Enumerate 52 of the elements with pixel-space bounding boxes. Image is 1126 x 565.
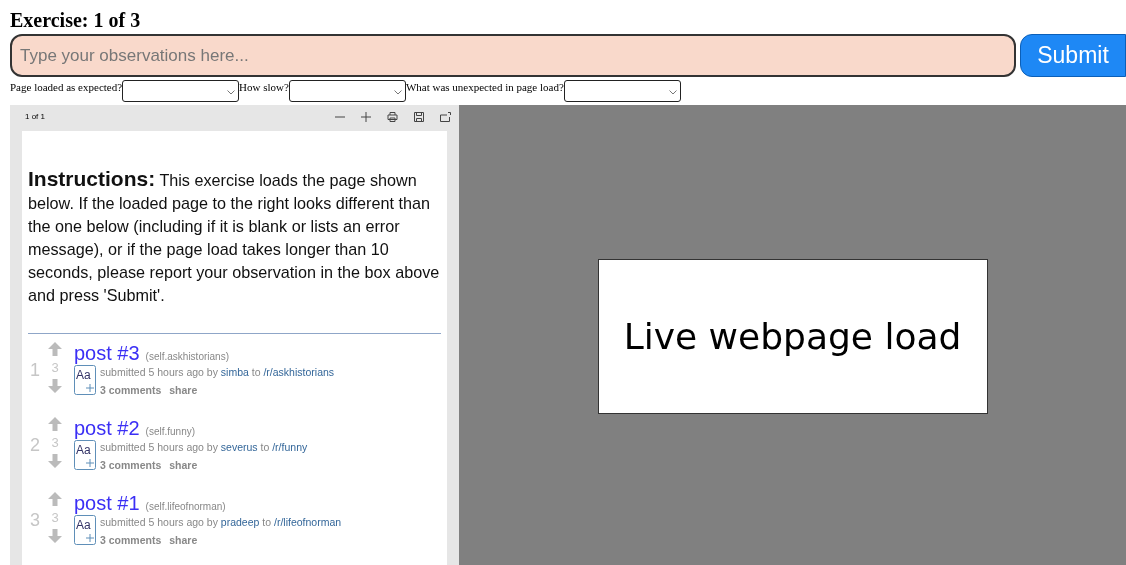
post-score: 3 [51, 510, 59, 525]
post-rank: 2 [29, 435, 41, 456]
subreddit-link[interactable]: /r/funny [272, 441, 308, 453]
instructions-text: Instructions: This exercise loads the page shown below. If the loaded page to the right looks different than the one below (including if it is blank or lists an error message), or if the page load takes longer than 10 seconds, please report your observation in the box above and press 'Submit'. [28, 167, 441, 306]
share-link[interactable]: share [169, 459, 198, 471]
submitted-text: submitted 5 hours ago by [100, 441, 218, 453]
share-link[interactable]: share [169, 384, 198, 396]
post-title-link[interactable]: post #1 [74, 492, 140, 514]
author-link[interactable]: pradeep [220, 516, 260, 528]
subreddit-link[interactable]: /r/askhistorians [263, 366, 335, 378]
submit-button[interactable]: Submit [1020, 34, 1126, 77]
subreddit-link[interactable]: /r/lifeofnorman [274, 516, 342, 528]
to-text: to [260, 441, 270, 453]
comments-link[interactable]: 3 comments [100, 534, 162, 546]
dropdown[interactable] [122, 80, 240, 102]
share-link[interactable]: share [169, 534, 198, 546]
comments-link[interactable]: 3 comments [100, 459, 162, 471]
post-domain: (self.lifeofnorman) [145, 501, 226, 512]
fit-page-icon[interactable] [440, 111, 451, 122]
post-domain: (self.funny) [145, 426, 196, 437]
dropdown[interactable] [563, 80, 681, 102]
question-label: How slow? [239, 80, 289, 94]
text-post-icon: Aa [74, 515, 96, 545]
text-post-icon: Aa [74, 440, 96, 470]
author-link[interactable]: simba [220, 366, 249, 378]
question-label: Page loaded as expected? [10, 80, 123, 94]
observation-input[interactable]: Type your observations here... [10, 34, 1016, 77]
post-title-link[interactable]: post #2 [74, 417, 140, 439]
submitted-text: submitted 5 hours ago by [100, 366, 218, 378]
page-count: 1 of 1 [25, 112, 45, 121]
question-label: What was unexpected in page load? [405, 80, 564, 94]
chevron-icon [227, 90, 236, 95]
exercise-heading: Exercise: 1 of 3 [9, 8, 142, 32]
live-load-label: Live webpage load [623, 315, 962, 357]
to-text: to [251, 366, 261, 378]
to-text: to [262, 516, 272, 528]
submitted-text: submitted 5 hours ago by [100, 516, 218, 528]
chevron-icon [668, 90, 677, 95]
zoom-in-icon[interactable] [361, 111, 371, 122]
dropdown[interactable] [288, 80, 406, 102]
text-post-icon: Aa [74, 365, 96, 395]
post-score: 3 [51, 360, 59, 375]
save-icon[interactable] [414, 111, 424, 122]
print-icon[interactable] [387, 111, 398, 122]
chevron-icon [393, 90, 402, 95]
post-score: 3 [51, 435, 59, 450]
post-title-link[interactable]: post #3 [74, 342, 140, 364]
post-domain: (self.askhistorians) [145, 351, 229, 362]
author-link[interactable]: severus [220, 441, 258, 453]
post-rank: 1 [29, 360, 41, 381]
post-rank: 3 [29, 510, 41, 531]
comments-link[interactable]: 3 comments [100, 384, 162, 396]
